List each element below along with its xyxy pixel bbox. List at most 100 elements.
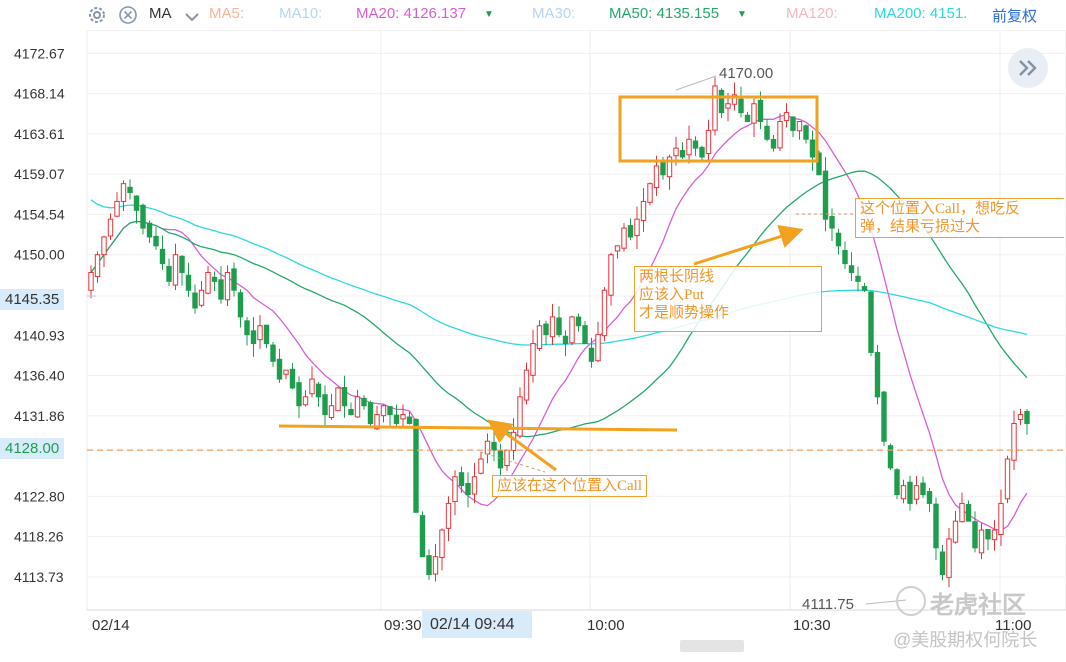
x-tick-label: 09:30 [384, 617, 422, 634]
candle-body [621, 227, 627, 249]
y-tick-label: 4154.54 [14, 206, 65, 222]
candle-body [406, 416, 413, 424]
adjustment-toggle[interactable]: 前复权 [992, 5, 1037, 26]
ma-item[interactable]: MA30: [532, 5, 575, 22]
candle-body [907, 481, 913, 504]
y-tick-label: 4113.73 [14, 569, 64, 585]
candle-body [757, 99, 764, 122]
candle [874, 344, 881, 405]
candle-body [322, 394, 328, 416]
candle-body [250, 330, 257, 345]
candle [881, 390, 887, 447]
candle [712, 77, 718, 136]
candle-body [946, 538, 952, 578]
candle-body [367, 402, 374, 424]
candle-body [913, 485, 920, 500]
annotation-loss-entry: 这个位置入Call，想吃反 弹，结果亏损过大 [855, 198, 1064, 238]
gear-icon[interactable] [86, 4, 108, 26]
candle [367, 400, 374, 426]
candle-body [491, 441, 497, 451]
candle-body [185, 274, 192, 291]
candle-body [231, 268, 237, 291]
ma-selector[interactable]: MA [149, 5, 172, 22]
price-chart[interactable]: 4172.67 4168.14 4163.61 4159.07 4154.54 4150.… [0, 0, 1066, 662]
close-icon[interactable] [117, 4, 139, 26]
candle-body [796, 120, 803, 132]
candle-body [439, 529, 445, 559]
chevron-down-icon[interactable] [181, 6, 203, 28]
scroll-right-button[interactable] [1008, 48, 1048, 88]
candle-body [127, 186, 133, 194]
candle-body [465, 482, 471, 496]
candle-body [894, 469, 900, 496]
low-price-label: 4111.75 [802, 596, 854, 613]
candle-body [244, 320, 250, 336]
y-tick-label: 4150.00 [14, 247, 65, 263]
candle-body [1024, 410, 1030, 424]
candle-body [861, 286, 868, 291]
candle-body [653, 165, 660, 189]
candle [1004, 455, 1011, 504]
candle-body [627, 225, 634, 238]
candle-body [751, 103, 757, 124]
y-tick-label: 4168.14 [14, 86, 65, 102]
candle-body [387, 406, 393, 416]
x-tick-label: 10:30 [793, 617, 831, 634]
candle [601, 287, 608, 342]
candle-body [393, 414, 400, 424]
y-tick-label: 4131.86 [14, 408, 65, 424]
ma-item[interactable]: MA5: [209, 5, 244, 22]
candle-body [179, 255, 185, 273]
ma-item[interactable]: MA200: 4151. [874, 5, 967, 22]
candle-body [1011, 422, 1017, 461]
y-tick-label: 4172.67 [14, 45, 65, 61]
candle-body [341, 387, 348, 407]
candle-body [302, 396, 309, 406]
watermark-handle: @美股期权何院长 [893, 630, 1038, 650]
candle-body [549, 316, 556, 338]
candle-body [718, 89, 725, 114]
candle-body [933, 503, 939, 549]
candle-body [978, 529, 985, 554]
candle-body [153, 235, 159, 247]
candle-body [517, 396, 523, 437]
candle-body [224, 271, 231, 301]
candle-body [354, 396, 361, 418]
scrollbar[interactable] [680, 640, 744, 652]
candle-body [926, 491, 933, 504]
candle-body [458, 472, 465, 487]
candle-body [920, 482, 926, 496]
indicator-toolbar: MA MA5: MA10: MA20: 4126.137 ▼ MA30: MA50: 41… [0, 0, 1066, 30]
candle-body [536, 325, 543, 349]
candle-body [588, 347, 595, 362]
candle-body [263, 324, 270, 345]
candle-body [211, 276, 218, 282]
ma-item[interactable]: MA50: 4135.155 [609, 5, 719, 22]
candle-body [705, 129, 712, 155]
candle-body [881, 391, 887, 442]
candle-body [101, 236, 107, 256]
candle-body [478, 458, 484, 474]
candle-body [673, 147, 679, 157]
trend-down-icon: ▼ [737, 9, 747, 20]
watermark-brand: 老虎社区 [930, 592, 1026, 619]
candle-body [348, 408, 354, 416]
candle-body [952, 520, 959, 543]
y-tick-label: 4163.61 [14, 126, 65, 142]
ma-item[interactable]: MA10: [279, 5, 322, 22]
candle-body [699, 146, 705, 158]
candle [887, 443, 894, 470]
candle-body [328, 405, 335, 418]
tiger-logo-icon [896, 586, 926, 616]
candle-body [107, 218, 114, 237]
candle-body [484, 440, 491, 455]
candle-body [192, 292, 198, 309]
candle-body [361, 397, 367, 407]
candle-body [335, 387, 341, 412]
candle-body [419, 515, 426, 558]
ma-item[interactable]: MA20: 4126.137 [356, 5, 466, 22]
y-tick-label: 4159.07 [14, 166, 65, 182]
ma-item[interactable]: MA120: [786, 5, 838, 22]
candle-body [205, 271, 211, 294]
candle-body [764, 125, 770, 140]
